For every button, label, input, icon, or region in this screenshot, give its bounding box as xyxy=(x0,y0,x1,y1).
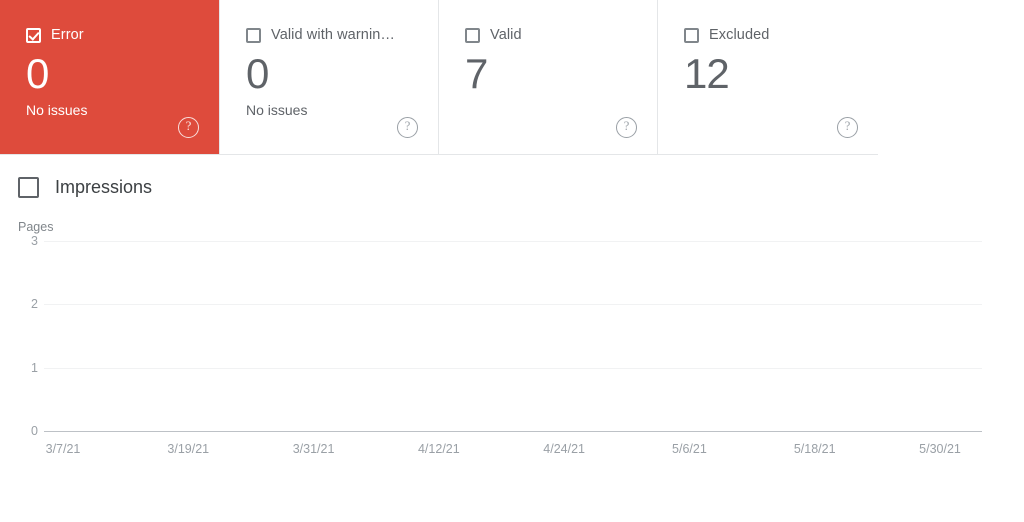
chart-x-tick-label: 3/19/21 xyxy=(167,442,210,456)
help-icon[interactable]: ? xyxy=(837,117,858,138)
status-card-excluded-label: Excluded xyxy=(709,27,770,43)
checkbox-valid-with-warnings-icon[interactable] xyxy=(246,27,261,43)
chart-y-axis-title: Pages xyxy=(18,220,54,234)
chart-x-tick-label: 4/12/21 xyxy=(417,442,460,456)
impressions-label: Impressions xyxy=(55,177,153,197)
chart-x-tick-label: 5/30/21 xyxy=(919,442,961,456)
status-card-valid-label: Valid xyxy=(490,27,522,43)
chart-gridline xyxy=(44,368,982,369)
status-card-error[interactable]: Error 0 No issues ? xyxy=(0,0,219,154)
status-card-valid-with-warnings-subtext: No issues xyxy=(246,102,308,118)
chart-x-tick-label: 5/6/21 xyxy=(672,442,707,456)
checkbox-error-icon[interactable] xyxy=(26,27,41,43)
help-icon[interactable]: ? xyxy=(178,117,199,138)
status-card-excluded-header: Excluded xyxy=(684,26,858,44)
coverage-chart: Pages 3 2 1 0 3/7/21 3/19/21 3/31/21 4/12/21 4/… xyxy=(0,220,1024,482)
status-card-valid-with-warnings[interactable]: Valid with warnin… 0 No issues ? xyxy=(219,0,438,154)
chart-x-tick-label: 3/31/21 xyxy=(292,442,335,456)
impressions-toggle-row[interactable]: Impressions xyxy=(18,177,1024,198)
status-card-error-subtext: No issues xyxy=(26,102,88,118)
status-card-valid[interactable]: Valid 7 ? xyxy=(438,0,657,154)
checkbox-impressions-icon[interactable] xyxy=(18,177,39,198)
status-card-valid-value: 7 xyxy=(465,50,488,97)
status-card-valid-with-warnings-label: Valid with warnin… xyxy=(271,27,396,43)
status-card-excluded[interactable]: Excluded 12 ? xyxy=(657,0,878,154)
chart-gridline xyxy=(44,241,982,242)
chart-y-tick-label: 2 xyxy=(31,297,38,311)
checkbox-excluded-icon[interactable] xyxy=(684,27,699,43)
coverage-status-card-strip: Error 0 No issues ? Valid with warnin… 0… xyxy=(0,0,878,155)
chart-y-tick-label: 3 xyxy=(31,234,38,248)
chart-x-tick-label: 3/7/21 xyxy=(45,442,81,456)
status-card-error-value: 0 xyxy=(26,50,49,97)
status-card-valid-header: Valid xyxy=(465,26,637,44)
chart-x-axis: 3/7/21 3/19/21 3/31/21 4/12/21 4/24/21 5/6/21… xyxy=(0,442,1024,462)
help-icon[interactable]: ? xyxy=(397,117,418,138)
chart-y-tick-label: 1 xyxy=(31,361,38,375)
status-card-valid-with-warnings-value: 0 xyxy=(246,50,269,97)
chart-plot-area: 3 2 1 0 xyxy=(0,234,1024,438)
chart-baseline xyxy=(44,431,982,432)
help-icon[interactable]: ? xyxy=(616,117,637,138)
chart-gridline xyxy=(44,304,982,305)
chart-x-tick-label: 5/18/21 xyxy=(793,442,836,456)
chart-x-tick-label: 4/24/21 xyxy=(543,442,585,456)
status-card-valid-with-warnings-header: Valid with warnin… xyxy=(246,26,418,44)
status-card-error-header: Error xyxy=(26,26,199,44)
status-card-excluded-value: 12 xyxy=(684,50,730,97)
status-card-error-label: Error xyxy=(51,27,84,43)
chart-y-tick-label: 0 xyxy=(31,424,38,438)
checkbox-valid-icon[interactable] xyxy=(465,27,480,43)
